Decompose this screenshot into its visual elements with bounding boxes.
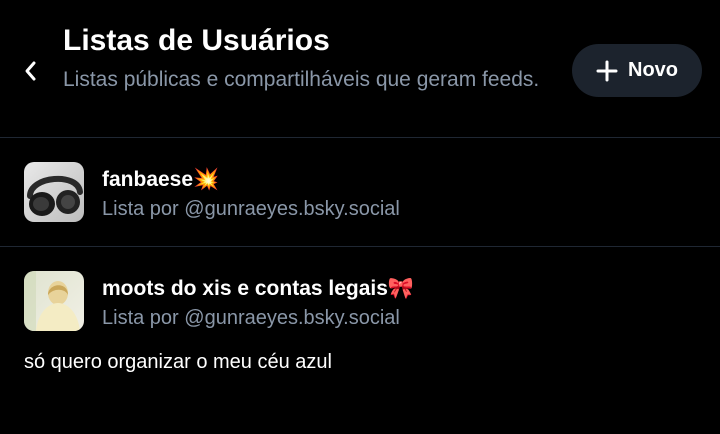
plus-icon (596, 60, 618, 82)
new-list-button-label: Novo (628, 59, 678, 81)
list-title: fanbaese💥 (102, 168, 220, 191)
list-byline: Lista por @gunraeyes.bsky.social (102, 307, 400, 329)
chevron-left-icon (25, 61, 36, 81)
list-avatar (24, 162, 84, 222)
page-subtitle: Listas públicas e compartilháveis que ge… (63, 68, 540, 91)
list-item-fanbaese[interactable]: fanbaese💥 Lista por @gunraeyes.bsky.soci… (0, 138, 720, 247)
list-title: moots do xis e contas legais🎀 (102, 277, 415, 300)
list-byline: Lista por @gunraeyes.bsky.social (102, 198, 400, 220)
back-button[interactable] (14, 54, 48, 88)
list-avatar (24, 271, 84, 331)
new-list-button[interactable]: Novo (572, 44, 702, 97)
list-item-moots[interactable]: moots do xis e contas legais🎀 Lista por … (0, 247, 720, 434)
page-header: Listas de Usuários Listas públicas e com… (0, 0, 720, 138)
list-description: só quero organizar o meu céu azul (24, 351, 332, 373)
page-title: Listas de Usuários (63, 24, 330, 57)
